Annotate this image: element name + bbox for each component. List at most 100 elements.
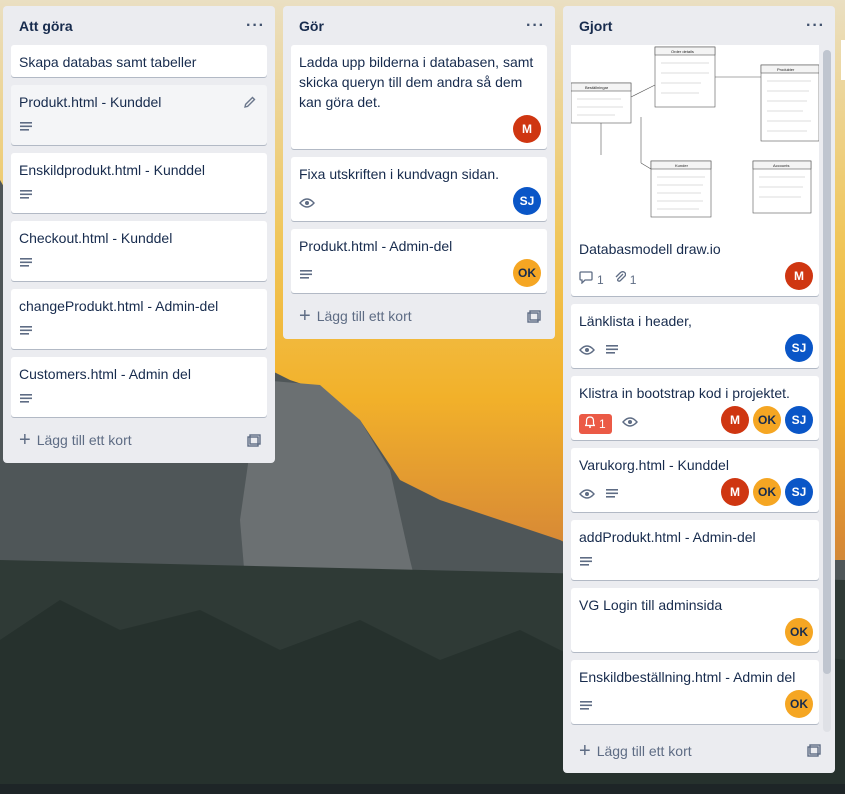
card[interactable]: Ladda upp bilderna i databasen, samt ski…: [291, 45, 547, 149]
card[interactable]: Customers.html - Admin del: [11, 357, 267, 417]
list-header: Gör ···: [283, 6, 555, 46]
avatar[interactable]: M: [721, 406, 749, 434]
card-title: Ladda upp bilderna i databasen, samt ski…: [299, 54, 534, 110]
card-title: Produkt.html - Kunddel: [19, 94, 162, 110]
plus-icon: +: [299, 305, 311, 327]
card-badges: [579, 698, 593, 718]
avatar[interactable]: SJ: [785, 406, 813, 434]
description-icon: [19, 119, 33, 139]
ellipsis-icon[interactable]: ···: [806, 17, 825, 35]
scroll-thumb[interactable]: [823, 50, 831, 674]
pencil-icon[interactable]: [243, 94, 257, 114]
avatar[interactable]: OK: [513, 259, 541, 287]
diagram-table-label: Produkter: [777, 67, 795, 72]
template-icon[interactable]: [247, 434, 261, 453]
attachment-count: 1: [629, 273, 637, 287]
ellipsis-icon[interactable]: ···: [246, 17, 265, 35]
list-header: Gjort ···: [563, 6, 835, 46]
avatar[interactable]: M: [513, 115, 541, 143]
list-gor: Gör ··· Ladda upp bilderna i databasen, …: [283, 6, 555, 339]
add-card-label: Lägg till ett kort: [316, 308, 412, 324]
card-title: Klistra in bootstrap kod i projektet.: [579, 385, 790, 401]
card-members: M OK SJ: [721, 406, 813, 434]
add-card-button[interactable]: + Lägg till ett kort: [19, 429, 132, 451]
bell-icon: [584, 414, 596, 434]
card-badges: [19, 391, 33, 411]
template-icon[interactable]: [527, 310, 541, 329]
comment-count: 1: [597, 273, 604, 287]
avatar[interactable]: M: [785, 262, 813, 290]
card[interactable]: Enskildbeställning.html - Admin del OK: [571, 660, 819, 724]
plus-icon: +: [19, 429, 31, 451]
list-title[interactable]: Gjort: [579, 18, 612, 34]
card-badges: [579, 554, 593, 574]
card-badges: [19, 323, 33, 343]
avatar[interactable]: SJ: [513, 187, 541, 215]
avatar[interactable]: SJ: [785, 334, 813, 362]
notification-count: 1: [599, 417, 606, 431]
card-badges: [19, 255, 33, 275]
avatar[interactable]: SJ: [785, 478, 813, 506]
diagram-table-label: Order details: [671, 49, 694, 54]
window-edge: [841, 40, 845, 80]
eye-icon: [579, 486, 595, 506]
card[interactable]: changeProdukt.html - Admin-del: [11, 289, 267, 349]
card-title: addProdukt.html - Admin-del: [579, 529, 756, 545]
card[interactable]: Skapa databas samt tabeller: [11, 45, 267, 77]
card[interactable]: Varukorg.html - Kunddel M OK SJ: [571, 448, 819, 512]
eye-icon: [579, 342, 595, 362]
card-title: Länklista i header,: [579, 313, 692, 329]
card-title: changeProdukt.html - Admin-del: [19, 298, 219, 314]
card-title: Checkout.html - Kunddel: [19, 230, 173, 246]
list-att-gora: Att göra ··· Skapa databas samt tabeller…: [3, 6, 275, 463]
card-badges: [19, 187, 33, 207]
card[interactable]: Enskildprodukt.html - Kunddel: [11, 153, 267, 213]
card[interactable]: Checkout.html - Kunddel: [11, 221, 267, 281]
card-members: M OK SJ: [721, 478, 813, 506]
card-members: SJ: [785, 334, 813, 362]
card-badges: 1: [579, 414, 638, 434]
card-badges: [299, 267, 313, 287]
paperclip-icon: [614, 270, 626, 290]
description-icon: [19, 323, 33, 343]
list-scrollbar[interactable]: [823, 50, 831, 732]
add-card-label: Lägg till ett kort: [36, 432, 132, 448]
add-card-button[interactable]: + Lägg till ett kort: [299, 305, 412, 327]
card-members: OK: [785, 690, 813, 718]
card[interactable]: addProdukt.html - Admin-del: [571, 520, 819, 580]
eye-icon: [621, 414, 638, 434]
add-card-button[interactable]: + Lägg till ett kort: [579, 741, 692, 761]
avatar[interactable]: OK: [753, 406, 781, 434]
card[interactable]: Order details Beställningar Produkter Ku…: [571, 45, 819, 296]
card-badges: [19, 119, 33, 139]
template-icon[interactable]: [807, 744, 821, 763]
card[interactable]: VG Login till adminsida OK: [571, 588, 819, 652]
card[interactable]: Fixa utskriften i kundvagn sidan. SJ: [291, 157, 547, 221]
comment-icon: [579, 270, 593, 290]
list-title[interactable]: Att göra: [19, 18, 73, 34]
description-icon: [579, 698, 593, 718]
card[interactable]: Produkt.html - Kunddel: [11, 85, 267, 145]
avatar[interactable]: OK: [785, 690, 813, 718]
list-title[interactable]: Gör: [299, 18, 324, 34]
card[interactable]: Produkt.html - Admin-del OK: [291, 229, 547, 293]
diagram-table-label: Beställningar: [585, 85, 609, 90]
avatar[interactable]: M: [721, 478, 749, 506]
list-header: Att göra ···: [3, 6, 275, 46]
card-members: M: [513, 115, 541, 143]
card-badges: [299, 195, 315, 215]
description-icon: [605, 342, 619, 362]
card-cover-diagram: Order details Beställningar Produkter Ku…: [571, 45, 819, 233]
ellipsis-icon[interactable]: ···: [526, 17, 545, 35]
avatar[interactable]: OK: [753, 478, 781, 506]
card[interactable]: Klistra in bootstrap kod i projektet. 1 …: [571, 376, 819, 440]
diagram-table-label: Kunder: [675, 163, 689, 168]
card-title: Varukorg.html - Kunddel: [579, 457, 729, 473]
avatar[interactable]: OK: [785, 618, 813, 646]
description-icon: [19, 391, 33, 411]
card-members: SJ: [513, 187, 541, 215]
card[interactable]: Länklista i header, SJ: [571, 304, 819, 368]
list-gjort: Gjort ··· Order details Beställningar Pr…: [563, 6, 835, 773]
diagram-table-label: Accounts: [773, 163, 789, 168]
card-title: Fixa utskriften i kundvagn sidan.: [299, 166, 499, 182]
